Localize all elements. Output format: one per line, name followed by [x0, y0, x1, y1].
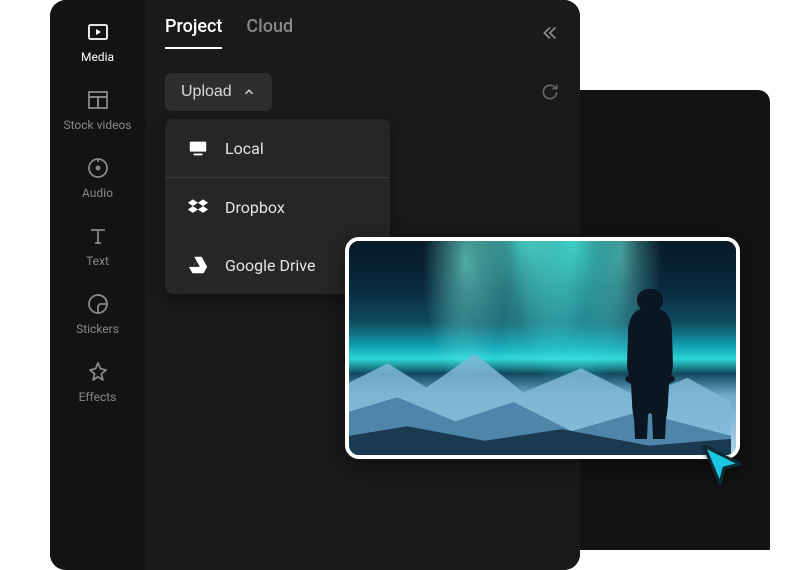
dropdown-item-label: Dropbox — [225, 198, 285, 217]
sidebar-item-media[interactable]: Media — [50, 20, 145, 64]
sidebar-item-label: Effects — [79, 390, 117, 404]
dropbox-icon — [187, 196, 209, 218]
dropdown-item-label: Google Drive — [225, 256, 315, 275]
text-icon — [86, 224, 110, 248]
sidebar-item-label: Stickers — [76, 322, 119, 336]
collapse-panel-icon[interactable] — [538, 22, 560, 44]
chevron-up-icon — [242, 85, 256, 99]
tabs: Project Cloud — [165, 16, 293, 49]
dropdown-item-local[interactable]: Local — [165, 119, 390, 178]
tab-cloud[interactable]: Cloud — [246, 16, 293, 49]
sidebar-item-stickers[interactable]: Stickers — [50, 292, 145, 336]
media-thumbnail[interactable] — [345, 237, 740, 459]
sidebar-item-audio[interactable]: Audio — [50, 156, 145, 200]
stock-videos-icon — [86, 88, 110, 112]
sidebar-item-stock-videos[interactable]: Stock videos — [50, 88, 145, 132]
sidebar-item-label: Text — [86, 254, 109, 268]
top-row: Project Cloud — [165, 16, 560, 49]
effects-icon — [86, 360, 110, 384]
upload-button[interactable]: Upload — [165, 73, 272, 111]
dropdown-item-dropbox[interactable]: Dropbox — [165, 178, 390, 236]
sidebar-item-effects[interactable]: Effects — [50, 360, 145, 404]
upload-row: Upload — [165, 73, 560, 111]
sidebar-item-label: Audio — [82, 186, 113, 200]
tab-project[interactable]: Project — [165, 16, 222, 49]
local-icon — [187, 137, 209, 159]
sidebar-item-label: Stock videos — [63, 118, 131, 132]
media-icon — [86, 20, 110, 44]
google-drive-icon — [187, 254, 209, 276]
sidebar-item-label: Media — [81, 50, 114, 64]
dropdown-item-label: Local — [225, 139, 264, 158]
stickers-icon — [86, 292, 110, 316]
upload-button-label: Upload — [181, 83, 232, 101]
cursor-pointer-icon — [698, 440, 748, 490]
sidebar: Media Stock videos Audio — [50, 0, 145, 570]
sidebar-item-text[interactable]: Text — [50, 224, 145, 268]
refresh-icon[interactable] — [540, 82, 560, 102]
audio-icon — [86, 156, 110, 180]
thumbnail-image — [349, 241, 736, 455]
